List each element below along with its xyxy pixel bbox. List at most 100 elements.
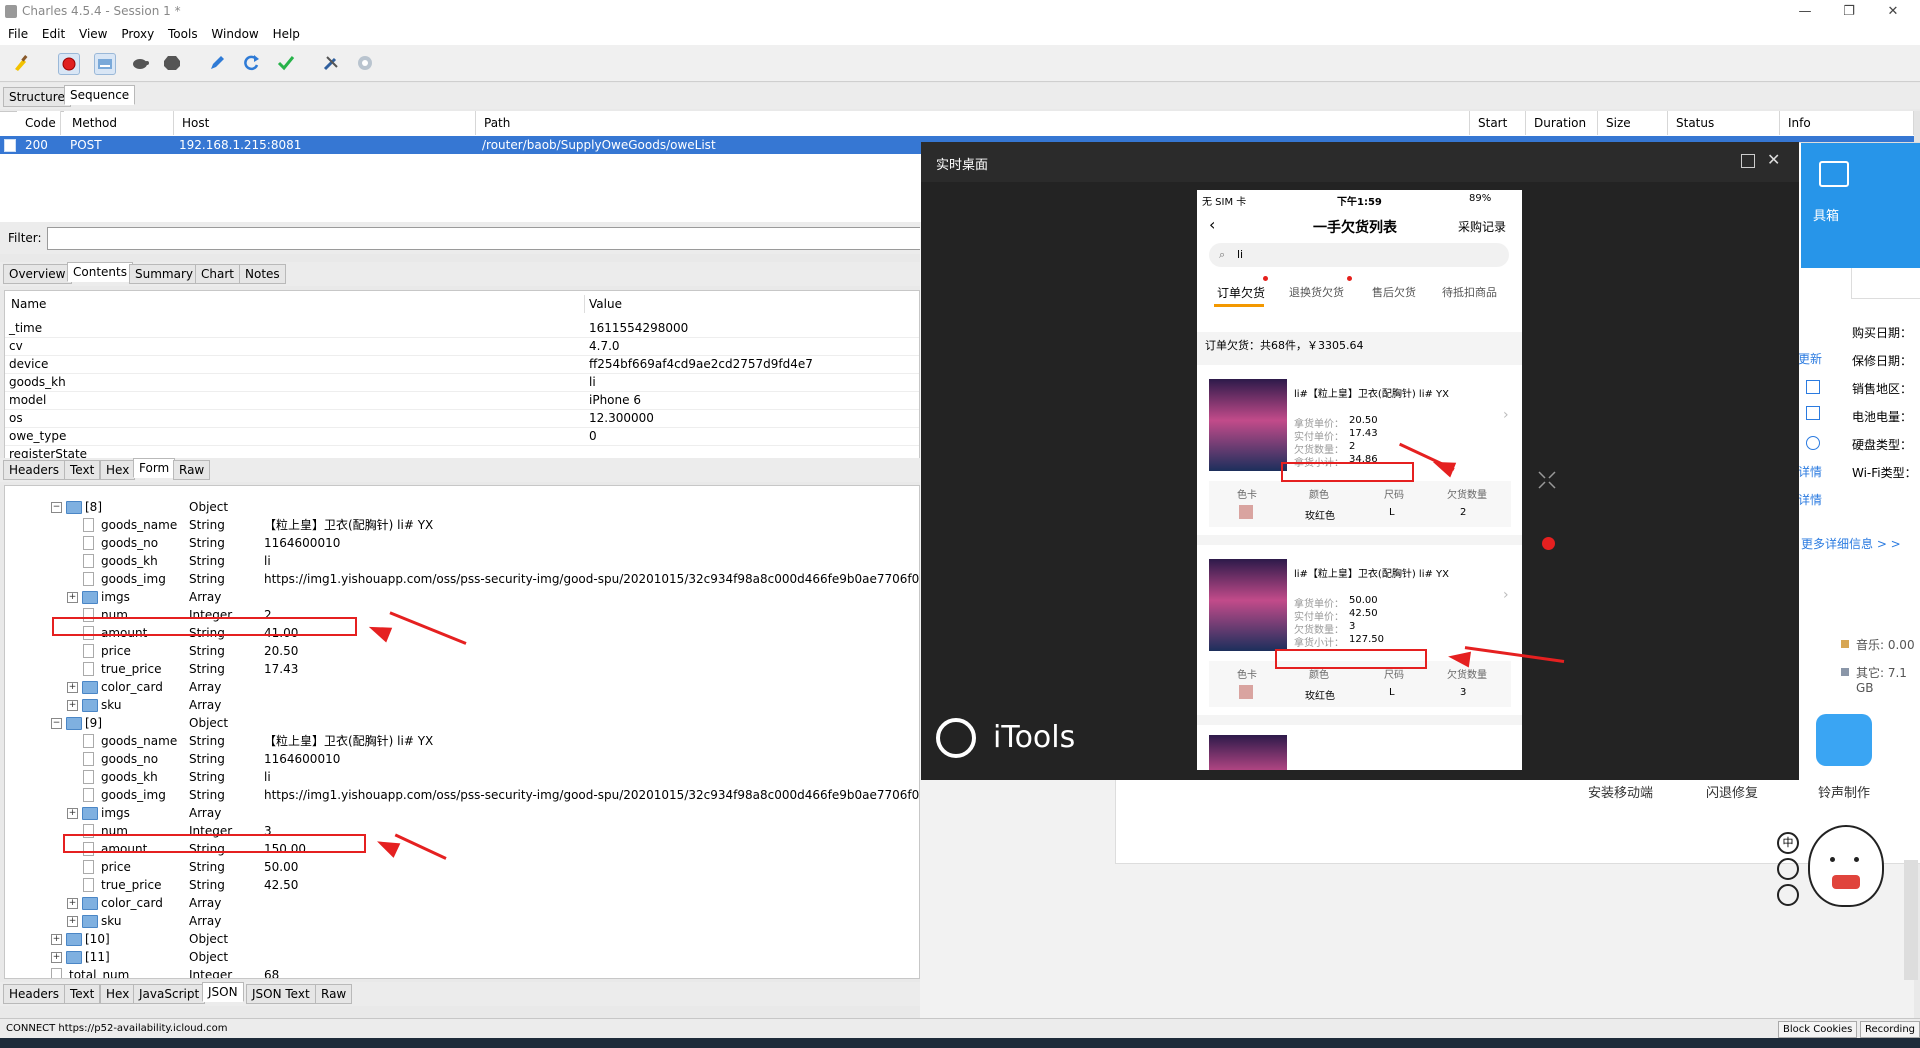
tree-node-name[interactable]: sku xyxy=(101,912,121,930)
tab-contents[interactable]: Contents xyxy=(67,262,133,282)
tab-text[interactable]: Text xyxy=(64,984,101,1004)
tab-aftersale-owe[interactable]: 售后欠货 xyxy=(1372,284,1416,300)
tree-node-name[interactable]: color_card xyxy=(101,894,163,912)
tree-node-name[interactable]: goods_no xyxy=(101,750,158,768)
tab-deductible[interactable]: 待抵扣商品 xyxy=(1442,284,1497,300)
more-info-link[interactable]: 更多详细信息 > > xyxy=(1801,535,1901,552)
bell-icon[interactable] xyxy=(1816,714,1872,766)
collapse-icon[interactable]: − xyxy=(51,718,62,729)
tab-raw[interactable]: Raw xyxy=(173,460,211,480)
expand-icon[interactable]: + xyxy=(67,682,78,693)
tab-hex[interactable]: Hex xyxy=(100,460,136,480)
purchase-records-link[interactable]: 采购记录 xyxy=(1458,218,1506,235)
tree-node-name[interactable]: imgs xyxy=(101,804,130,822)
form-row[interactable]: cv 4.7.0 xyxy=(5,337,919,356)
owe-item-card[interactable]: li#【粒上皇】卫衣(配胸针) li# YX 拿货单价： 20.50 实付单价：… xyxy=(1197,365,1522,535)
recording-button[interactable]: Recording xyxy=(1860,1021,1920,1038)
tab-text[interactable]: Text xyxy=(64,460,101,480)
tree-node-name[interactable]: goods_kh xyxy=(101,768,158,786)
install-mobile-button[interactable]: 安装移动端 xyxy=(1588,782,1653,801)
form-row[interactable]: owe_type 0 xyxy=(5,427,919,446)
column-path[interactable]: Path xyxy=(476,111,1470,135)
minimize-button[interactable]: — xyxy=(1790,2,1820,22)
tree-node-name[interactable]: [9] xyxy=(85,714,102,732)
tab-summary[interactable]: Summary xyxy=(129,264,199,284)
expand-icon[interactable]: + xyxy=(67,700,78,711)
tab-overview[interactable]: Overview xyxy=(3,264,72,284)
column-info[interactable]: Info xyxy=(1780,111,1914,135)
column-method[interactable]: Method xyxy=(64,111,174,135)
form-row[interactable]: goods_kh li xyxy=(5,373,919,392)
popup-maximize-button[interactable] xyxy=(1741,154,1755,168)
throttle-icon[interactable] xyxy=(94,53,116,75)
settings-float-icon[interactable] xyxy=(1777,858,1799,880)
column-start[interactable]: Start xyxy=(1470,111,1526,135)
expand-icon[interactable]: + xyxy=(67,808,78,819)
expand-icon[interactable]: + xyxy=(67,592,78,603)
tab-json[interactable]: JSON xyxy=(202,982,244,1002)
column-size[interactable]: Size xyxy=(1598,111,1668,135)
tab-chart[interactable]: Chart xyxy=(195,264,240,284)
tree-node-name[interactable]: goods_name xyxy=(101,516,177,534)
tree-node-name[interactable]: sku xyxy=(101,696,121,714)
pen-icon[interactable] xyxy=(207,53,227,73)
tree-node-name[interactable]: [8] xyxy=(85,498,102,516)
popup-close-button[interactable]: ✕ xyxy=(1767,150,1780,169)
shirt-float-icon[interactable] xyxy=(1777,884,1799,906)
menu-view[interactable]: View xyxy=(79,24,107,45)
menu-help[interactable]: Help xyxy=(273,24,300,45)
menu-proxy[interactable]: Proxy xyxy=(121,24,154,45)
tree-node-name[interactable]: goods_name xyxy=(101,732,177,750)
tree-node-name[interactable]: goods_img xyxy=(101,570,166,588)
tree-node-name[interactable]: goods_img xyxy=(101,786,166,804)
expand-icon[interactable]: + xyxy=(67,898,78,909)
tree-node-name[interactable]: [11] xyxy=(85,948,110,966)
maximize-button[interactable]: ❐ xyxy=(1834,2,1864,22)
tab-json-text[interactable]: JSON Text xyxy=(246,984,316,1004)
expand-icon[interactable]: + xyxy=(51,952,62,963)
expand-icon[interactable]: + xyxy=(51,934,62,945)
tab-javascript[interactable]: JavaScript xyxy=(133,984,206,1004)
menu-window[interactable]: Window xyxy=(211,24,258,45)
owe-item-card-partial[interactable] xyxy=(1197,725,1522,770)
form-row[interactable]: model iPhone 6 xyxy=(5,391,919,410)
tree-node-name[interactable]: goods_kh xyxy=(101,552,158,570)
details-link-2[interactable]: 详情 xyxy=(1798,491,1822,508)
menu-tools[interactable]: Tools xyxy=(168,24,198,45)
search-input[interactable]: ⌕ li xyxy=(1209,243,1509,267)
tree-node-name[interactable]: price xyxy=(101,642,131,660)
ringtone-button[interactable]: 铃声制作 xyxy=(1818,782,1870,801)
tab-sequence[interactable]: Sequence xyxy=(64,85,136,105)
tree-node-name[interactable]: true_price xyxy=(101,660,162,678)
close-button[interactable]: ✕ xyxy=(1878,2,1908,22)
record-icon[interactable] xyxy=(58,53,80,75)
tab-form[interactable]: Form xyxy=(133,458,176,478)
tree-node-name[interactable]: true_price xyxy=(101,876,162,894)
check-icon[interactable] xyxy=(276,53,296,73)
crash-fix-button[interactable]: 闪退修复 xyxy=(1706,782,1758,801)
tab-order-owe[interactable]: 订单欠货 xyxy=(1217,284,1265,301)
expand-icon[interactable]: + xyxy=(67,916,78,927)
tree-node-name[interactable]: [10] xyxy=(85,930,110,948)
back-icon[interactable]: ‹ xyxy=(1209,215,1215,234)
settings-icon[interactable] xyxy=(355,53,375,73)
tab-headers[interactable]: Headers xyxy=(3,984,65,1004)
itools-scrollbar[interactable] xyxy=(1904,860,1918,980)
filter-input[interactable] xyxy=(47,227,922,250)
tools-icon[interactable] xyxy=(321,53,341,73)
tree-node-name[interactable]: total_num xyxy=(69,966,129,978)
update-link[interactable]: 更新 xyxy=(1798,350,1822,367)
collapse-icon[interactable] xyxy=(1537,470,1557,490)
toolbox-tile[interactable]: 具箱 xyxy=(1801,143,1920,268)
turtle-icon[interactable] xyxy=(130,53,150,73)
tree-node-name[interactable]: price xyxy=(101,858,131,876)
form-row[interactable]: device ff254bf669af4cd9ae2cd2757d9fd4e7 xyxy=(5,355,919,374)
tab-return-owe[interactable]: 退换货欠货 xyxy=(1289,284,1344,300)
menu-file[interactable]: File xyxy=(8,24,28,45)
broom-icon[interactable] xyxy=(11,53,31,73)
details-link[interactable]: 详情 xyxy=(1798,463,1822,480)
refresh-icon[interactable] xyxy=(241,53,261,73)
tree-node-name[interactable]: imgs xyxy=(101,588,130,606)
tab-raw[interactable]: Raw xyxy=(315,984,353,1004)
zh-input-icon[interactable]: 中 xyxy=(1777,832,1799,854)
